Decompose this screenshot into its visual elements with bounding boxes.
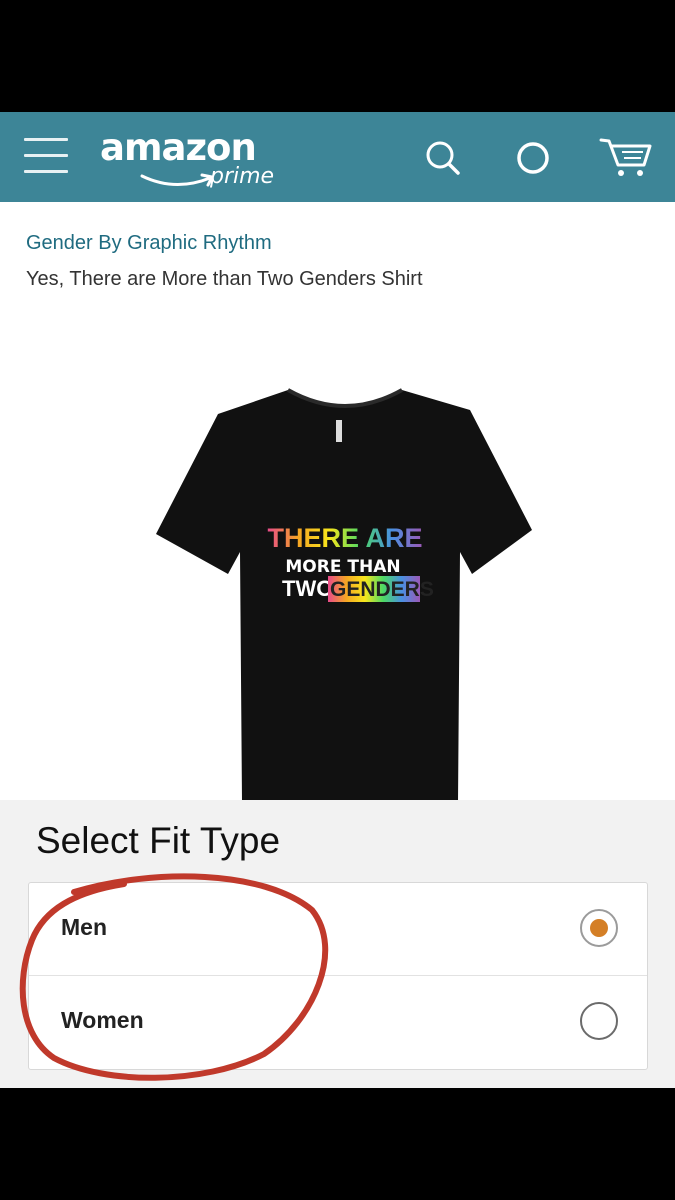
hamburger-menu-icon[interactable] (24, 138, 68, 178)
radio-selected-icon[interactable] (580, 909, 618, 947)
product-brand-link[interactable]: Gender By Graphic Rhythm (26, 232, 272, 255)
radio-unselected-icon[interactable] (580, 1002, 618, 1040)
search-icon[interactable] (420, 134, 466, 180)
amazon-prime-logo[interactable]: amazon prime (100, 124, 300, 196)
shirt-print-line1: THERE ARE (267, 523, 422, 553)
logo-smile-arrow (140, 173, 214, 187)
red-circle-annotation (19, 873, 329, 1081)
logo-prime-text: prime (210, 164, 275, 189)
shirt-print-line2: MORE THAN (285, 557, 400, 577)
top-nav-bar: amazon prime (0, 112, 675, 202)
app-screen: amazon prime Gender By Graphic Rhythm Ye… (0, 112, 675, 1088)
product-image[interactable]: THERE ARE MORE THAN TWO GENDERS (150, 382, 540, 802)
logo-wordmark: amazon (100, 126, 257, 169)
account-icon[interactable] (510, 134, 556, 180)
fit-type-heading: Select Fit Type (36, 820, 281, 861)
product-title: Yes, There are More than Two Genders Shi… (26, 268, 423, 290)
cart-icon[interactable] (598, 134, 654, 180)
shirt-print-line3-a: TWO (282, 576, 333, 601)
tshirt-image: THERE ARE MORE THAN TWO GENDERS (156, 388, 532, 802)
shirt-print-line3-b: GENDERS (330, 578, 434, 601)
